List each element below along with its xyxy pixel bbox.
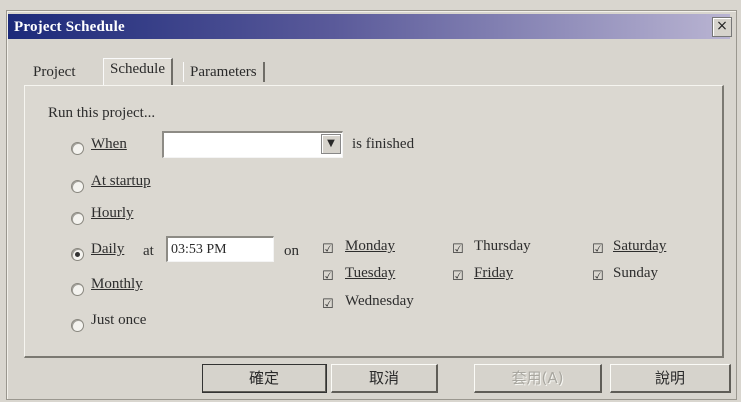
run-this-project-label: Run this project... bbox=[48, 105, 156, 121]
is-finished-label: is finished bbox=[352, 136, 415, 152]
help-button[interactable]: 說明 bbox=[610, 364, 731, 393]
radio-monthly[interactable] bbox=[71, 283, 84, 296]
at-label: at bbox=[143, 243, 154, 259]
wednesday-label: Wednesday bbox=[345, 293, 414, 309]
close-icon[interactable]: × bbox=[712, 17, 732, 37]
tab-schedule[interactable]: Schedule bbox=[103, 58, 173, 86]
cancel-button[interactable]: 取消 bbox=[331, 364, 438, 393]
saturday-label: Saturday bbox=[613, 238, 667, 254]
project-select[interactable]: ▼ bbox=[162, 131, 343, 158]
radio-when[interactable] bbox=[71, 142, 84, 155]
thursday-label: Thursday bbox=[474, 238, 531, 254]
hourly-label: Hourly bbox=[91, 205, 134, 221]
radio-at-startup[interactable] bbox=[71, 180, 84, 193]
time-input[interactable]: 03:53 PM bbox=[166, 236, 274, 262]
checkbox-friday[interactable]: ☑ bbox=[452, 270, 464, 283]
just-once-label: Just once bbox=[91, 312, 147, 328]
tab-parameters[interactable]: Parameters bbox=[183, 62, 265, 82]
sunday-label: Sunday bbox=[613, 265, 658, 281]
radio-hourly[interactable] bbox=[71, 212, 84, 225]
checkbox-monday[interactable]: ☑ bbox=[322, 243, 334, 256]
tuesday-label: Tuesday bbox=[345, 265, 396, 281]
when-label: When bbox=[91, 136, 127, 152]
radio-daily[interactable] bbox=[71, 248, 84, 261]
checkbox-wednesday[interactable]: ☑ bbox=[322, 298, 334, 311]
chevron-down-icon[interactable]: ▼ bbox=[321, 134, 341, 154]
ok-button[interactable]: 確定 bbox=[202, 364, 327, 393]
monthly-label: Monthly bbox=[91, 276, 143, 292]
at-startup-label: At startup bbox=[91, 173, 151, 189]
radio-just-once[interactable] bbox=[71, 319, 84, 332]
checkbox-tuesday[interactable]: ☑ bbox=[322, 270, 334, 283]
apply-button[interactable]: 套用(A) bbox=[474, 364, 602, 393]
on-label: on bbox=[284, 243, 299, 259]
friday-label: Friday bbox=[474, 265, 514, 281]
checkbox-saturday[interactable]: ☑ bbox=[592, 243, 604, 256]
tab-project[interactable]: Project bbox=[27, 62, 82, 82]
daily-label: Daily bbox=[91, 241, 125, 257]
checkbox-sunday[interactable]: ☑ bbox=[592, 270, 604, 283]
window-title: Project Schedule bbox=[14, 19, 125, 35]
monday-label: Monday bbox=[345, 238, 395, 254]
checkbox-thursday[interactable]: ☑ bbox=[452, 243, 464, 256]
